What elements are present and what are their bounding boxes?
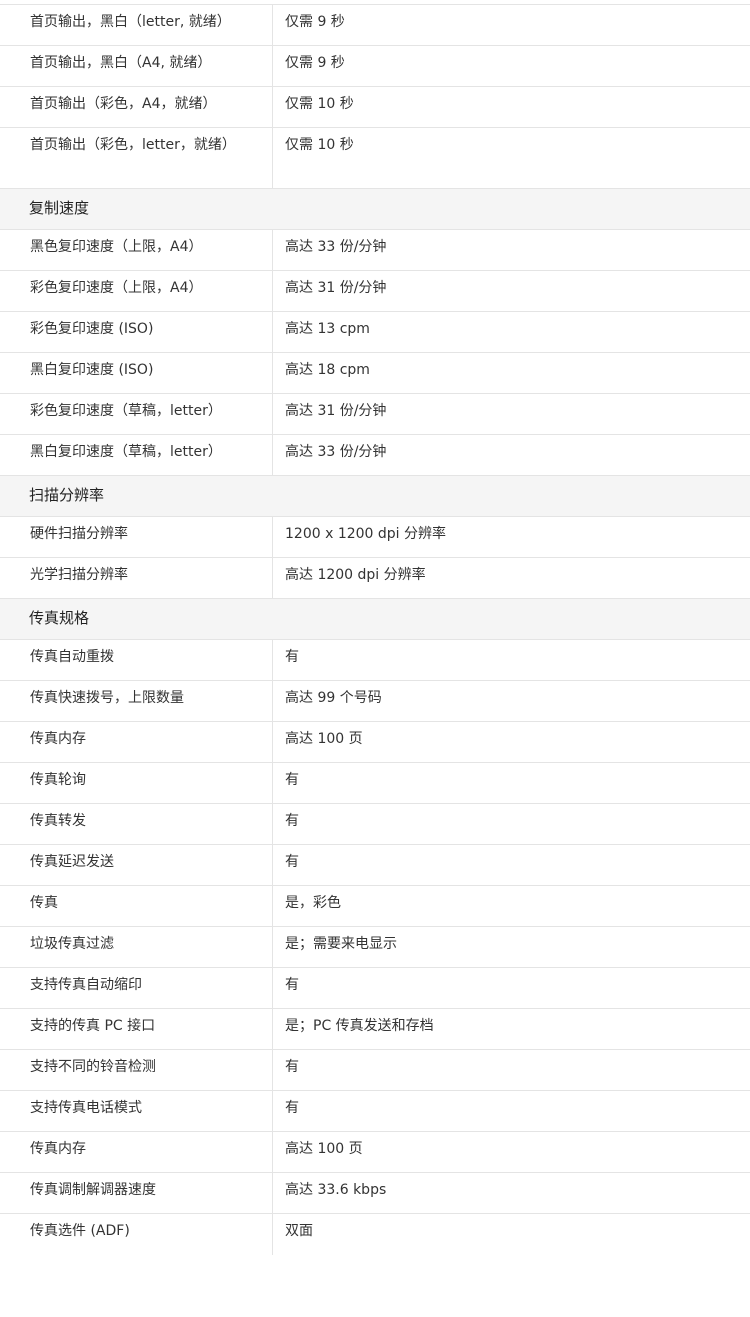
table-row: 传真轮询 有	[0, 763, 750, 804]
table-row: 支持传真自动缩印 有	[0, 968, 750, 1009]
spec-value: 高达 100 页	[285, 1141, 363, 1157]
spec-label: 首页输出（彩色，letter，就绪）	[0, 128, 273, 188]
table-row: 垃圾传真过滤 是；需要来电显示	[0, 927, 750, 968]
spec-value: 高达 99 个号码	[285, 690, 382, 706]
spec-value: 仅需 9 秒	[285, 55, 345, 71]
spec-value: 有	[285, 854, 299, 870]
spec-value: 高达 31 份/分钟	[285, 403, 387, 419]
spec-value: 高达 100 页	[285, 731, 363, 747]
spec-table: 首页输出，黑白（letter, 就绪） 仅需 9 秒 首页输出，黑白（A4, 就…	[0, 0, 750, 1255]
spec-label: 首页输出，黑白（A4, 就绪）	[0, 46, 273, 86]
spec-value: 高达 18 cpm	[285, 362, 370, 378]
spec-label: 传真自动重拨	[0, 640, 273, 680]
spec-label: 彩色复印速度（草稿，letter）	[0, 394, 273, 434]
spec-label: 传真调制解调器速度	[0, 1173, 273, 1213]
spec-label: 黑白复印速度（草稿，letter）	[0, 435, 273, 475]
spec-value: 有	[285, 772, 299, 788]
table-row: 支持不同的铃音检测 有	[0, 1050, 750, 1091]
table-row: 传真调制解调器速度 高达 33.6 kbps	[0, 1173, 750, 1214]
spec-label: 黑色复印速度（上限，A4）	[0, 230, 273, 270]
spec-label: 传真快速拨号，上限数量	[0, 681, 273, 721]
spec-label: 首页输出（彩色，A4，就绪）	[0, 87, 273, 127]
spec-label: 黑白复印速度 (ISO)	[0, 353, 273, 393]
spec-value: 仅需 10 秒	[285, 96, 354, 112]
spec-label: 传真内存	[0, 1132, 273, 1172]
table-row: 传真转发 有	[0, 804, 750, 845]
spec-label: 传真延迟发送	[0, 845, 273, 885]
table-row: 传真自动重拨 有	[0, 640, 750, 681]
table-row: 首页输出，黑白（A4, 就绪） 仅需 9 秒	[0, 46, 750, 87]
spec-value: 有	[285, 649, 299, 665]
spec-value: 有	[285, 977, 299, 993]
spec-value: 1200 x 1200 dpi 分辨率	[285, 526, 447, 542]
table-row: 支持的传真 PC 接口 是；PC 传真发送和存档	[0, 1009, 750, 1050]
table-row: 传真 是，彩色	[0, 886, 750, 927]
spec-value: 高达 31 份/分钟	[285, 280, 387, 296]
table-row: 传真内存 高达 100 页	[0, 1132, 750, 1173]
table-row: 彩色复印速度（上限，A4） 高达 31 份/分钟	[0, 271, 750, 312]
table-row: 黑色复印速度（上限，A4） 高达 33 份/分钟	[0, 230, 750, 271]
table-row: 传真快速拨号，上限数量 高达 99 个号码	[0, 681, 750, 722]
spec-label: 传真轮询	[0, 763, 273, 803]
spec-label: 传真选件 (ADF)	[0, 1214, 273, 1255]
spec-value: 有	[285, 813, 299, 829]
spec-value: 仅需 10 秒	[285, 137, 354, 153]
table-row: 传真内存 高达 100 页	[0, 722, 750, 763]
spec-label: 支持传真电话模式	[0, 1091, 273, 1131]
section-header-scan-resolution: 扫描分辨率	[0, 476, 750, 517]
spec-label: 首页输出，黑白（letter, 就绪）	[0, 5, 273, 45]
spec-label: 传真	[0, 886, 273, 926]
spec-label: 支持不同的铃音检测	[0, 1050, 273, 1090]
spec-value: 高达 13 cpm	[285, 321, 370, 337]
spec-label: 彩色复印速度 (ISO)	[0, 312, 273, 352]
spec-value: 高达 33 份/分钟	[285, 444, 387, 460]
table-row: 彩色复印速度（草稿，letter） 高达 31 份/分钟	[0, 394, 750, 435]
table-row: 首页输出（彩色，letter，就绪） 仅需 10 秒	[0, 128, 750, 189]
spec-value: 高达 33.6 kbps	[285, 1182, 387, 1198]
spec-label: 支持传真自动缩印	[0, 968, 273, 1008]
table-row: 黑白复印速度（草稿，letter） 高达 33 份/分钟	[0, 435, 750, 476]
spec-label: 垃圾传真过滤	[0, 927, 273, 967]
spec-value: 有	[285, 1100, 299, 1116]
spec-label: 硬件扫描分辨率	[0, 517, 273, 557]
spec-value: 高达 1200 dpi 分辨率	[285, 567, 426, 583]
spec-value: 双面	[285, 1223, 313, 1239]
spec-value: 仅需 9 秒	[285, 14, 345, 30]
spec-label: 光学扫描分辨率	[0, 558, 273, 598]
table-row: 硬件扫描分辨率 1200 x 1200 dpi 分辨率	[0, 517, 750, 558]
spec-value: 高达 33 份/分钟	[285, 239, 387, 255]
table-row: 彩色复印速度 (ISO) 高达 13 cpm	[0, 312, 750, 353]
spec-label: 传真转发	[0, 804, 273, 844]
section-header-fax-specs: 传真规格	[0, 599, 750, 640]
section-header-copy-speed: 复制速度	[0, 189, 750, 230]
spec-label: 支持的传真 PC 接口	[0, 1009, 273, 1049]
spec-value: 是，彩色	[285, 895, 341, 911]
table-row: 传真延迟发送 有	[0, 845, 750, 886]
spec-label: 彩色复印速度（上限，A4）	[0, 271, 273, 311]
spec-value: 是；PC 传真发送和存档	[285, 1018, 434, 1034]
table-row: 支持传真电话模式 有	[0, 1091, 750, 1132]
spec-value: 有	[285, 1059, 299, 1075]
spec-label: 传真内存	[0, 722, 273, 762]
table-row: 首页输出（彩色，A4，就绪） 仅需 10 秒	[0, 87, 750, 128]
table-row: 首页输出，黑白（letter, 就绪） 仅需 9 秒	[0, 5, 750, 46]
table-row: 光学扫描分辨率 高达 1200 dpi 分辨率	[0, 558, 750, 599]
table-row: 传真选件 (ADF) 双面	[0, 1214, 750, 1255]
spec-value: 是；需要来电显示	[285, 936, 397, 952]
table-row: 黑白复印速度 (ISO) 高达 18 cpm	[0, 353, 750, 394]
